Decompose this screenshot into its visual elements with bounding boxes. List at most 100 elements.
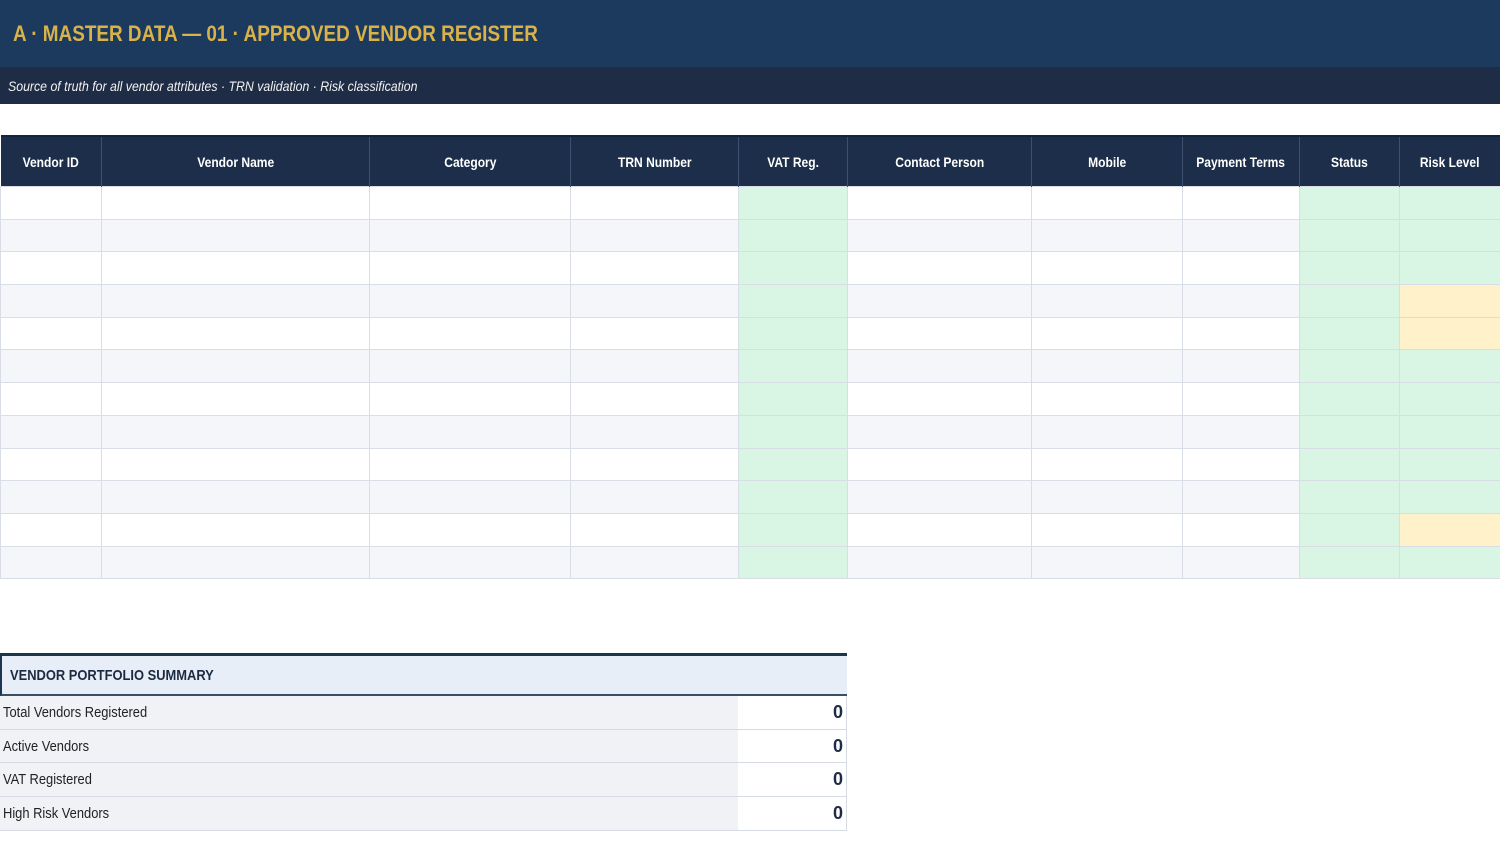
cell-vat-reg[interactable] bbox=[738, 480, 848, 514]
cell-mobile[interactable] bbox=[1031, 414, 1183, 449]
cell-vendor-id[interactable] bbox=[0, 284, 102, 318]
cell-vendor-name[interactable] bbox=[101, 251, 370, 286]
summary-value-cell[interactable]: 0 bbox=[738, 696, 847, 729]
cell-vat-reg[interactable] bbox=[738, 512, 848, 547]
cell-category[interactable] bbox=[369, 414, 571, 449]
cell-trn-number[interactable] bbox=[570, 186, 739, 220]
cell-category[interactable] bbox=[369, 545, 571, 580]
cell-mobile[interactable] bbox=[1031, 251, 1183, 286]
column-header-risk-level[interactable]: Risk Level bbox=[1399, 135, 1500, 187]
cell-category[interactable] bbox=[369, 382, 571, 416]
cell-status[interactable] bbox=[1299, 218, 1400, 253]
cell-status[interactable] bbox=[1299, 316, 1400, 351]
cell-payment-terms[interactable] bbox=[1182, 545, 1300, 580]
cell-vendor-id[interactable] bbox=[0, 316, 102, 351]
cell-contact-person[interactable] bbox=[847, 512, 1032, 547]
cell-mobile[interactable] bbox=[1031, 284, 1183, 318]
cell-trn-number[interactable] bbox=[570, 545, 739, 580]
cell-risk-level[interactable] bbox=[1399, 186, 1500, 220]
cell-risk-level[interactable] bbox=[1399, 512, 1500, 547]
cell-payment-terms[interactable] bbox=[1182, 186, 1300, 220]
cell-vat-reg[interactable] bbox=[738, 186, 848, 220]
cell-trn-number[interactable] bbox=[570, 414, 739, 449]
cell-trn-number[interactable] bbox=[570, 218, 739, 253]
column-header-contact-person[interactable]: Contact Person bbox=[847, 135, 1032, 187]
cell-payment-terms[interactable] bbox=[1182, 382, 1300, 416]
cell-category[interactable] bbox=[369, 186, 571, 220]
summary-label-cell[interactable]: Active Vendors bbox=[0, 729, 738, 763]
cell-vat-reg[interactable] bbox=[738, 382, 848, 416]
cell-contact-person[interactable] bbox=[847, 251, 1032, 286]
cell-vendor-id[interactable] bbox=[0, 545, 102, 580]
cell-status[interactable] bbox=[1299, 447, 1400, 482]
cell-vendor-id[interactable] bbox=[0, 512, 102, 547]
summary-label-cell[interactable]: VAT Registered bbox=[0, 763, 738, 797]
cell-vat-reg[interactable] bbox=[738, 447, 848, 482]
cell-vat-reg[interactable] bbox=[738, 218, 848, 253]
cell-trn-number[interactable] bbox=[570, 316, 739, 351]
cell-risk-level[interactable] bbox=[1399, 251, 1500, 286]
column-header-mobile[interactable]: Mobile bbox=[1031, 135, 1183, 187]
summary-value-cell[interactable]: 0 bbox=[738, 763, 847, 797]
cell-contact-person[interactable] bbox=[847, 545, 1032, 580]
cell-category[interactable] bbox=[369, 512, 571, 547]
cell-payment-terms[interactable] bbox=[1182, 480, 1300, 514]
cell-vendor-name[interactable] bbox=[101, 186, 370, 220]
column-header-vendor-name[interactable]: Vendor Name bbox=[101, 135, 370, 187]
cell-mobile[interactable] bbox=[1031, 316, 1183, 351]
cell-contact-person[interactable] bbox=[847, 382, 1032, 416]
column-header-payment-terms[interactable]: Payment Terms bbox=[1182, 135, 1300, 187]
cell-risk-level[interactable] bbox=[1399, 284, 1500, 318]
cell-vendor-name[interactable] bbox=[101, 382, 370, 416]
cell-vendor-id[interactable] bbox=[0, 382, 102, 416]
column-header-vat-reg[interactable]: VAT Reg. bbox=[738, 135, 848, 187]
cell-status[interactable] bbox=[1299, 414, 1400, 449]
cell-vendor-name[interactable] bbox=[101, 414, 370, 449]
cell-risk-level[interactable] bbox=[1399, 316, 1500, 351]
cell-payment-terms[interactable] bbox=[1182, 218, 1300, 253]
cell-status[interactable] bbox=[1299, 251, 1400, 286]
cell-status[interactable] bbox=[1299, 382, 1400, 416]
cell-risk-level[interactable] bbox=[1399, 218, 1500, 253]
column-header-category[interactable]: Category bbox=[369, 135, 571, 187]
cell-vendor-name[interactable] bbox=[101, 447, 370, 482]
cell-vat-reg[interactable] bbox=[738, 414, 848, 449]
cell-status[interactable] bbox=[1299, 284, 1400, 318]
cell-trn-number[interactable] bbox=[570, 512, 739, 547]
cell-mobile[interactable] bbox=[1031, 512, 1183, 547]
cell-mobile[interactable] bbox=[1031, 480, 1183, 514]
cell-trn-number[interactable] bbox=[570, 382, 739, 416]
cell-mobile[interactable] bbox=[1031, 545, 1183, 580]
cell-risk-level[interactable] bbox=[1399, 349, 1500, 384]
summary-value-cell[interactable]: 0 bbox=[738, 797, 847, 830]
cell-status[interactable] bbox=[1299, 545, 1400, 580]
cell-vendor-id[interactable] bbox=[0, 186, 102, 220]
cell-vat-reg[interactable] bbox=[738, 316, 848, 351]
cell-category[interactable] bbox=[369, 284, 571, 318]
cell-payment-terms[interactable] bbox=[1182, 447, 1300, 482]
cell-contact-person[interactable] bbox=[847, 414, 1032, 449]
cell-mobile[interactable] bbox=[1031, 186, 1183, 220]
cell-contact-person[interactable] bbox=[847, 349, 1032, 384]
column-header-trn-number[interactable]: TRN Number bbox=[570, 135, 739, 187]
cell-category[interactable] bbox=[369, 447, 571, 482]
cell-status[interactable] bbox=[1299, 349, 1400, 384]
cell-vendor-name[interactable] bbox=[101, 480, 370, 514]
cell-risk-level[interactable] bbox=[1399, 382, 1500, 416]
column-header-vendor-id[interactable]: Vendor ID bbox=[0, 135, 102, 187]
cell-vat-reg[interactable] bbox=[738, 349, 848, 384]
cell-mobile[interactable] bbox=[1031, 218, 1183, 253]
summary-value-cell[interactable]: 0 bbox=[738, 729, 847, 763]
cell-payment-terms[interactable] bbox=[1182, 414, 1300, 449]
cell-payment-terms[interactable] bbox=[1182, 512, 1300, 547]
cell-contact-person[interactable] bbox=[847, 447, 1032, 482]
cell-category[interactable] bbox=[369, 316, 571, 351]
cell-vat-reg[interactable] bbox=[738, 251, 848, 286]
cell-vendor-name[interactable] bbox=[101, 284, 370, 318]
cell-category[interactable] bbox=[369, 251, 571, 286]
cell-mobile[interactable] bbox=[1031, 382, 1183, 416]
cell-status[interactable] bbox=[1299, 512, 1400, 547]
cell-vat-reg[interactable] bbox=[738, 545, 848, 580]
cell-contact-person[interactable] bbox=[847, 218, 1032, 253]
cell-vat-reg[interactable] bbox=[738, 284, 848, 318]
